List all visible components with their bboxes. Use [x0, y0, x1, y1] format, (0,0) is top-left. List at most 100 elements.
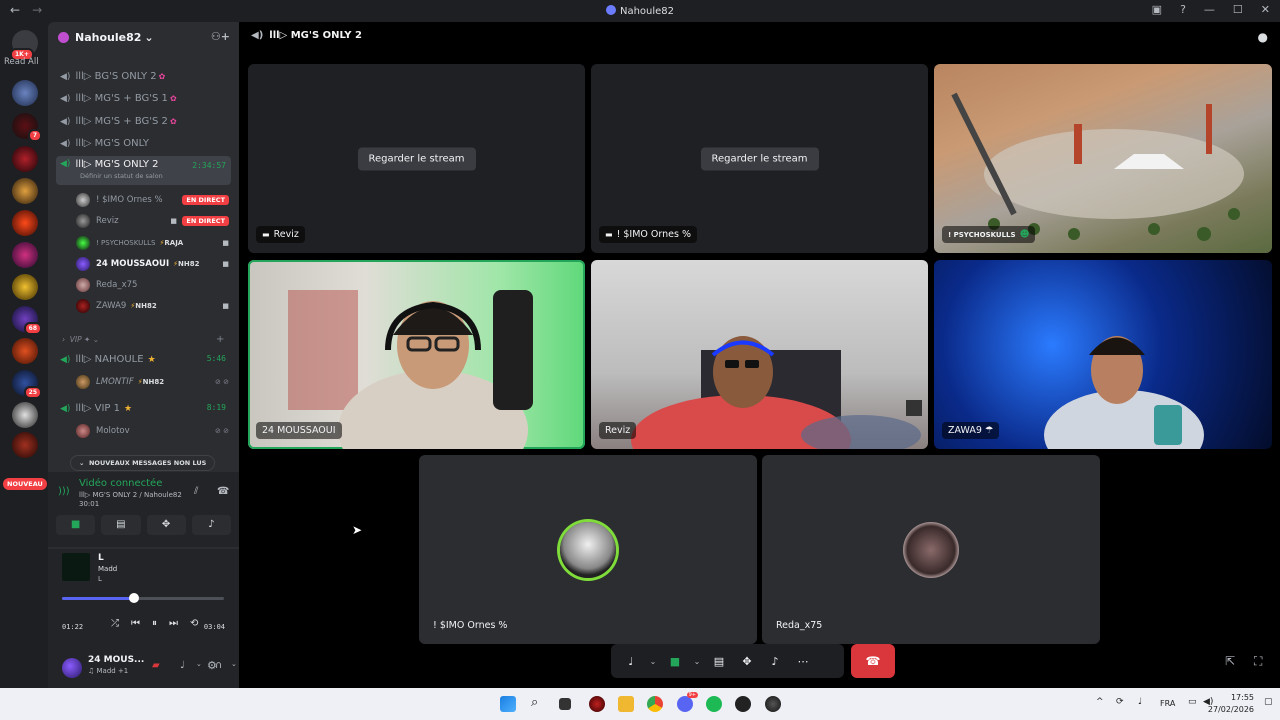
app-icon[interactable] — [765, 696, 781, 712]
screen-share-tile[interactable]: ! PSYCHOSKULLS ☻ — [934, 64, 1272, 253]
mic-icon[interactable]: ♩ — [180, 660, 185, 671]
app-icon[interactable] — [589, 696, 605, 712]
voice-user[interactable]: LMONTIF ⚡NH82 ⊘ ⊘ — [76, 372, 233, 392]
stream-tile[interactable]: Regarder le stream ▬ Reviz — [248, 64, 585, 253]
voice-user[interactable]: ZAWA9 ⚡NH82 ■ — [76, 296, 233, 316]
chevron-down-icon[interactable]: ⌄ — [196, 660, 202, 668]
watch-stream-button[interactable]: Regarder le stream — [357, 147, 476, 170]
disconnect-icon[interactable]: ☎ — [217, 486, 229, 497]
server-icon[interactable] — [12, 80, 38, 106]
pop-out-icon[interactable]: ⇱ — [1225, 654, 1235, 668]
avatar-tile[interactable]: Reda_x75 — [762, 455, 1100, 644]
chevron-down-icon[interactable]: ⌄ — [645, 657, 661, 666]
stream-tile[interactable]: Regarder le stream ▬! $IMO Ornes % — [591, 64, 928, 253]
screen-share-icon[interactable]: ▤ — [705, 655, 733, 668]
voice-state[interactable]: Vidéo connectée — [56, 478, 231, 489]
camera-button[interactable]: ■ — [56, 515, 96, 535]
chevron-up-icon[interactable]: ^ — [1096, 697, 1104, 707]
repeat-icon[interactable]: ⟲ — [190, 618, 198, 629]
add-channel-icon[interactable]: + — [216, 334, 224, 345]
server-icon[interactable] — [12, 242, 38, 268]
category-vip[interactable]: › VIP ✦ ⌄ + — [62, 334, 224, 345]
server-icon[interactable] — [12, 210, 38, 236]
server-icon[interactable]: 7 — [12, 113, 42, 142]
app-icon[interactable] — [735, 696, 751, 712]
track-artist[interactable]: Madd — [98, 565, 117, 573]
voice-channel[interactable]: ◀) lll▷ BG'S ONLY 2 ✿ — [56, 66, 231, 87]
pause-icon[interactable]: ⏸ — [152, 618, 157, 629]
server-icon[interactable]: 68 — [12, 306, 42, 335]
activities-icon[interactable]: ✥ — [733, 655, 761, 668]
avatar-tile[interactable]: ! $IMO Ornes % — [419, 455, 757, 644]
network-icon[interactable]: ▭ — [1188, 697, 1197, 707]
voice-user[interactable]: ! $IMO Ornes % EN DIRECT — [76, 190, 233, 210]
server-icon[interactable] — [12, 402, 38, 428]
voice-user[interactable]: ! PSYCHOSKULLS ⚡RAJA ■ — [76, 233, 233, 253]
activities-button[interactable]: ✥ — [146, 515, 186, 535]
mic-icon[interactable]: ♩ — [1138, 697, 1142, 707]
voice-channel-active[interactable]: ◀) lll▷ MG'S ONLY 2 2:34:57 Définir un st… — [56, 156, 231, 185]
chrome-icon[interactable] — [647, 696, 663, 712]
hang-up-button[interactable]: ☎ — [851, 644, 895, 678]
fullscreen-icon[interactable]: ⛶ — [1254, 654, 1262, 669]
voice-path[interactable]: lll▷ MG'S ONLY 2 / Nahoule82 — [56, 491, 231, 499]
soundboard-icon[interactable]: ♪ — [761, 655, 789, 668]
voice-channel[interactable]: ◀) lll▷ MG'S + BG'S 2 ✿ — [56, 111, 231, 132]
clock[interactable]: 17:55 27/02/2026 — [1208, 692, 1254, 716]
track-progress[interactable] — [62, 593, 224, 603]
user-name[interactable]: 24 MOUS... — [88, 655, 144, 665]
server-icon[interactable] — [12, 178, 38, 204]
voice-user[interactable]: Reda_x75 — [76, 275, 233, 295]
discord-icon[interactable]: 9+ — [677, 692, 698, 712]
search-icon[interactable]: ⌕ — [531, 695, 538, 710]
avatar[interactable] — [62, 658, 82, 678]
soundboard-button[interactable]: ♪ — [191, 515, 231, 535]
more-icon[interactable]: ⋯ — [789, 655, 817, 668]
progress-knob[interactable] — [129, 593, 140, 603]
server-icon[interactable]: 25 — [12, 370, 42, 399]
voice-user[interactable]: Molotov ⊘ ⊘ — [76, 421, 233, 441]
shuffle-icon[interactable]: ⤮ — [111, 618, 119, 629]
watch-stream-button[interactable]: Regarder le stream — [700, 147, 819, 170]
game-icon[interactable]: ▰ — [152, 660, 160, 671]
sync-icon[interactable]: ⟳ — [1116, 697, 1124, 707]
add-member-icon[interactable]: ⚇+ — [211, 30, 230, 43]
new-servers-badge[interactable]: NOUVEAU — [3, 478, 47, 490]
camera-tile[interactable]: ZAWA9 ☂ — [934, 260, 1272, 449]
voice-channel[interactable]: ◀) lll▷ MG'S ONLY — [56, 133, 231, 154]
voice-channel[interactable]: ◀) lll▷ MG'S + BG'S 1 ✿ — [56, 88, 231, 109]
spotify-icon[interactable] — [706, 696, 722, 712]
chevron-down-icon[interactable]: ⌄ — [231, 660, 237, 668]
chat-icon[interactable]: ● — [1258, 30, 1268, 44]
screen-share-button[interactable]: ▤ — [101, 515, 141, 535]
read-all-button[interactable]: Read All — [4, 57, 39, 67]
new-messages-pill[interactable]: ⌄ NOUVEAUX MESSAGES NON LUS — [70, 455, 216, 471]
language-indicator[interactable]: FRA — [1160, 699, 1175, 708]
voice-channel[interactable]: ◀) lll▷ VIP 1 ★ 8:19 — [56, 398, 231, 419]
previous-icon[interactable]: ⏮ — [131, 618, 140, 629]
voice-channel[interactable]: ◀) lll▷ NAHOULE ★ 5:46 — [56, 349, 231, 370]
server-icon[interactable] — [12, 274, 38, 300]
maximize-icon[interactable]: ☐ — [1233, 3, 1243, 16]
voice-user[interactable]: Reviz ■ EN DIRECT — [76, 211, 233, 231]
mic-icon[interactable]: ♩ — [617, 655, 645, 668]
camera-tile[interactable]: Reviz — [591, 260, 928, 449]
close-icon[interactable]: ✕ — [1261, 3, 1270, 16]
channel-status[interactable]: Définir un statut de salon — [80, 172, 163, 180]
voice-user[interactable]: 24 MOUSSAOUI ⚡NH82 ■ — [76, 254, 233, 274]
signal-icon[interactable]: ))) — [58, 486, 70, 497]
home-button[interactable]: 1K+ — [10, 30, 38, 61]
minimize-icon[interactable]: — — [1204, 3, 1215, 16]
settings-icon[interactable]: ⚙ — [207, 659, 217, 672]
file-explorer-icon[interactable] — [618, 696, 634, 712]
server-icon[interactable] — [12, 432, 38, 458]
start-icon[interactable] — [500, 696, 516, 712]
camera-icon[interactable]: ■ — [661, 655, 689, 668]
next-icon[interactable]: ⏭ — [169, 618, 178, 629]
task-view-icon[interactable] — [559, 698, 571, 710]
inbox-icon[interactable]: ▣ — [1152, 3, 1162, 16]
help-icon[interactable]: ? — [1180, 3, 1186, 16]
noise-suppression-icon[interactable]: ⫽ — [194, 486, 198, 497]
camera-tile[interactable]: 24 MOUSSAOUI — [248, 260, 585, 449]
guild-header[interactable]: Nahoule82 ⌄ ⚇+ — [48, 22, 239, 52]
